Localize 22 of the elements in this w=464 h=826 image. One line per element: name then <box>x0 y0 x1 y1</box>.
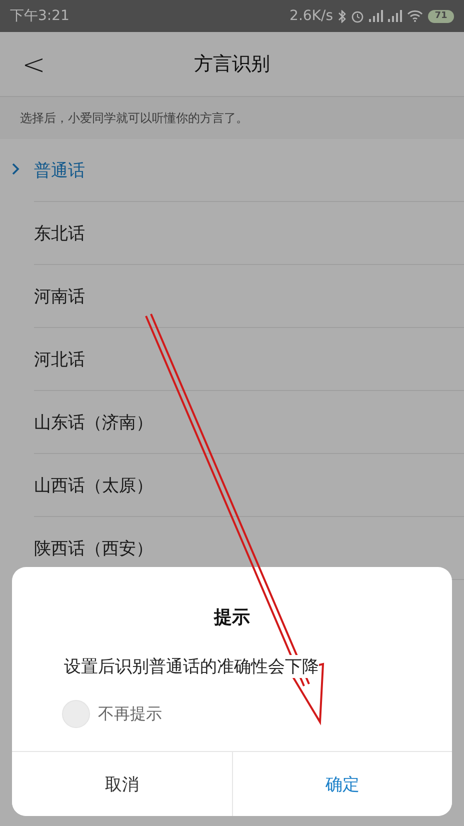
dialect-item[interactable]: 东北话 <box>34 202 464 265</box>
dialect-item[interactable]: 河南话 <box>34 265 464 328</box>
radio-button[interactable] <box>62 700 90 728</box>
alarm-icon <box>351 10 364 22</box>
option-label: 不再提示 <box>98 704 162 724</box>
chevron-icon <box>12 163 20 175</box>
dialog-message: 设置后识别普通话的准确性会下降 <box>64 655 319 678</box>
wifi-icon <box>407 10 423 22</box>
network-speed: 2.6K/s <box>290 8 333 24</box>
dialect-item[interactable]: 河北话 <box>34 328 464 391</box>
page-title: 方言识别 <box>193 52 271 77</box>
dialect-item[interactable]: 山东话（济南） <box>34 391 464 454</box>
signal-icon <box>369 10 383 22</box>
battery-level: 71 <box>428 10 454 22</box>
back-button[interactable]: < <box>22 48 46 80</box>
status-time: 下午3:21 <box>10 7 70 25</box>
signal-icon <box>388 10 402 22</box>
bluetooth-icon <box>338 10 346 22</box>
dialect-item[interactable]: 山西话（太原） <box>34 454 464 517</box>
confirm-button[interactable]: 确定 <box>232 752 452 816</box>
dialog-title: 提示 <box>212 606 251 629</box>
hint-text: 选择后，小爱同学就可以听懂你的方言了。 <box>0 97 464 139</box>
